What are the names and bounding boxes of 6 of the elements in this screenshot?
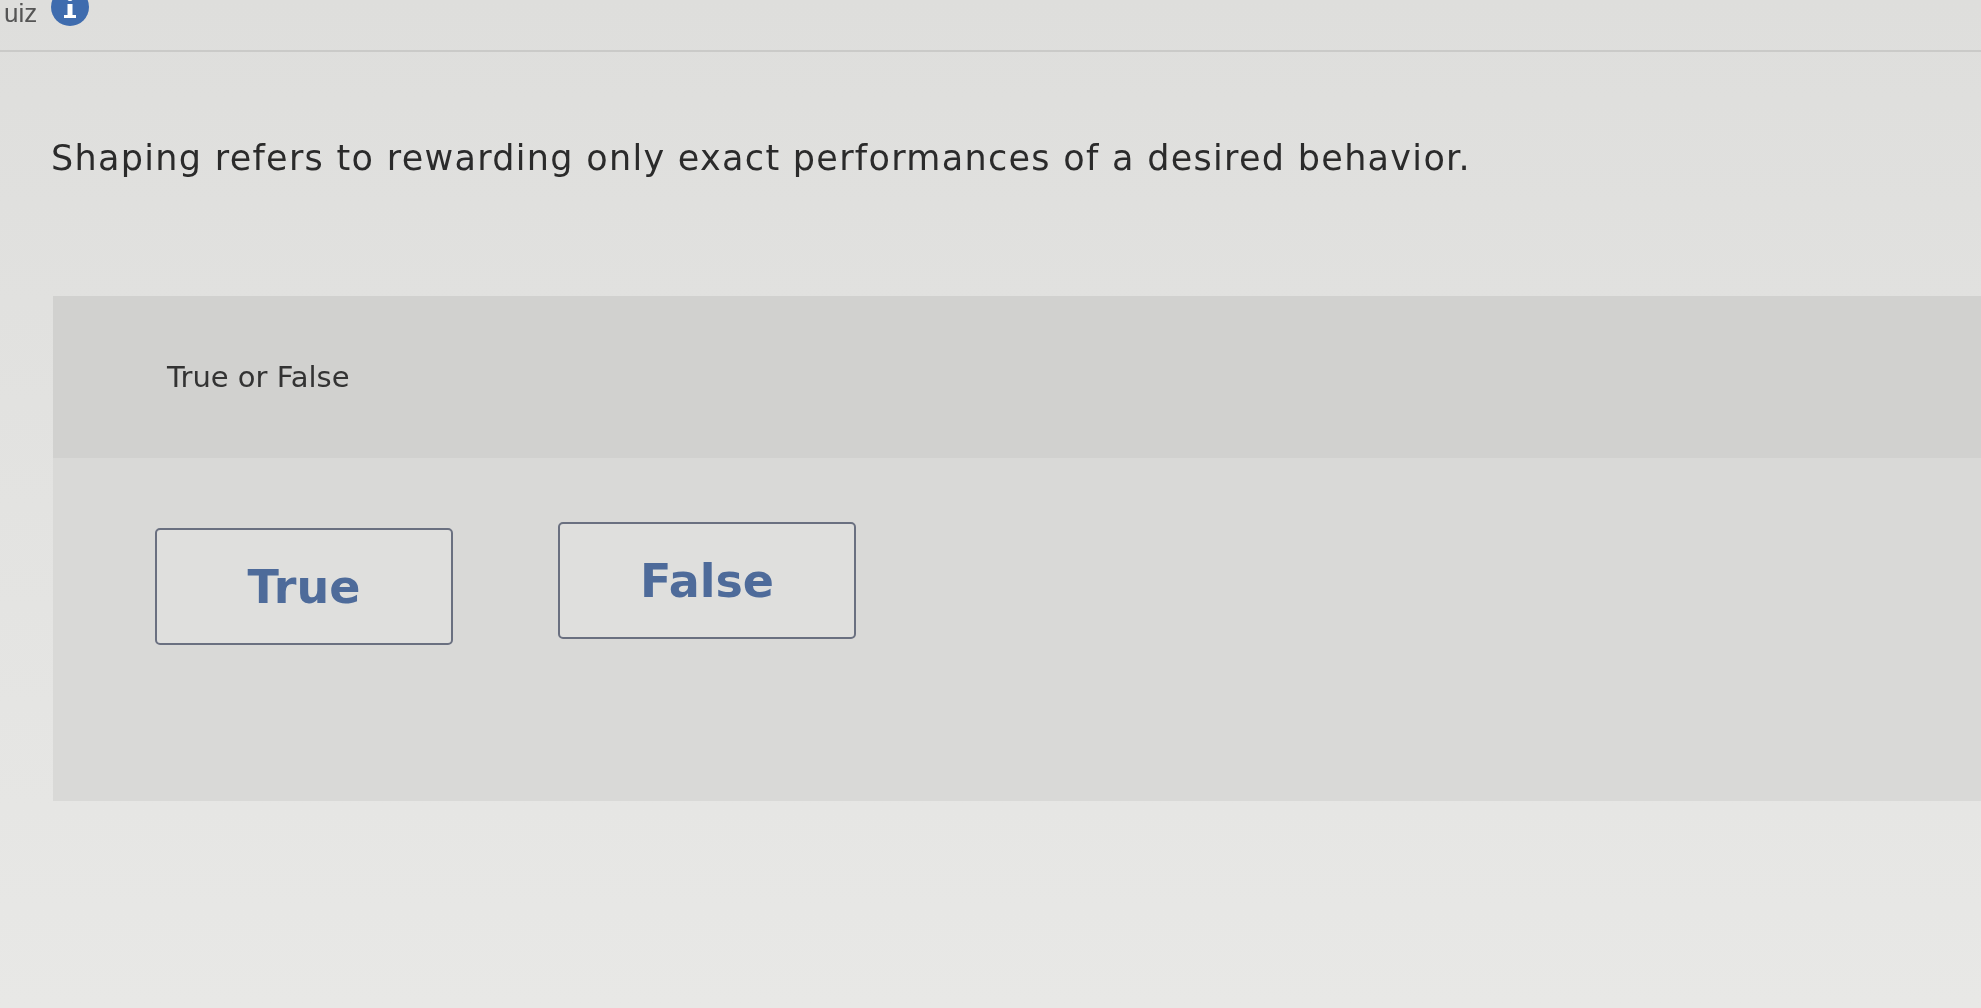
header-title: uiz xyxy=(4,0,38,26)
instruction-text: True or False xyxy=(167,360,350,394)
answer-option-button[interactable]: True xyxy=(155,528,453,645)
answer-option-button[interactable]: False xyxy=(558,522,856,639)
question-text: Shaping refers to rewarding only exact performances of a desired behavior. xyxy=(51,138,1472,178)
info-icon[interactable] xyxy=(51,0,90,26)
